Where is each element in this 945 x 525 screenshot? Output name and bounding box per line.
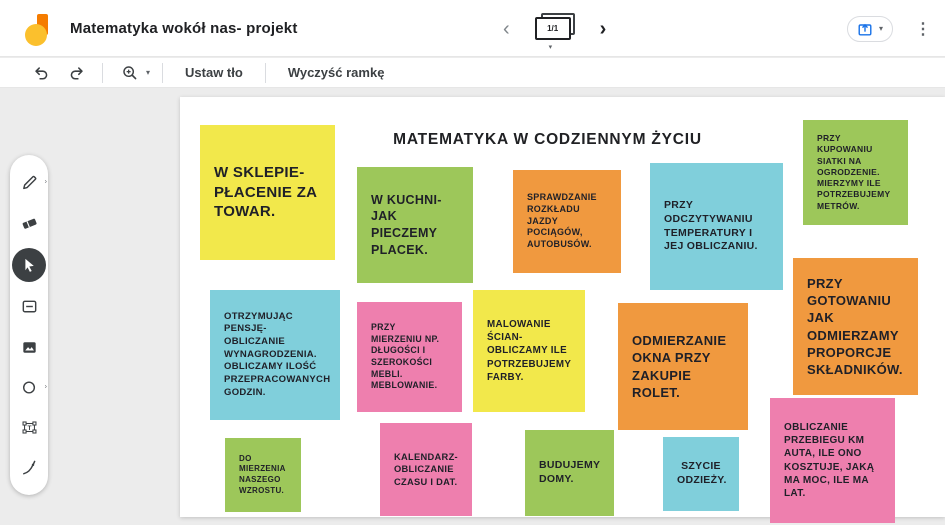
note-text: SZYCIE ODZIEŻY. [677, 460, 725, 488]
shape-tool-button[interactable]: › [12, 372, 46, 402]
sticky-note[interactable]: PRZY MIERZENIU NP. DŁUGOŚCI I SZEROKOŚCI… [357, 302, 462, 412]
sticky-note[interactable]: PRZY KUPOWANIU SIATKI NA OGRODZENIE. MIE… [803, 120, 908, 225]
note-text: OTRZYMUJĄC PENSJĘ- OBLICZANIE WYNAGRODZE… [224, 311, 326, 399]
app-header: Matematyka wokół nas- projekt ‹ 1/1 ▾ › [0, 0, 945, 57]
image-tool-button[interactable] [12, 332, 46, 362]
image-icon [20, 338, 39, 357]
eraser-tool-button[interactable] [12, 207, 46, 237]
jamboard-app: Matematyka wokół nas- projekt ‹ 1/1 ▾ › [0, 0, 945, 525]
set-background-button[interactable]: Ustaw tło [175, 61, 253, 84]
frame-toolbar: ▾ Ustaw tło Wyczyść ramkę [0, 58, 945, 88]
redo-button[interactable] [64, 61, 90, 85]
sticky-note[interactable]: SPRAWDZANIE ROZKŁADU JAZDY POCIĄGÓW, AUT… [513, 170, 621, 273]
eraser-icon [20, 213, 39, 232]
note-text: PRZY ODCZYTYWANIU TEMPERATURY I JEJ OBLI… [664, 199, 769, 255]
frame-counter: 1/1 [535, 17, 571, 40]
svg-text:T: T [27, 425, 31, 432]
frame-caret-icon: ▾ [549, 43, 553, 51]
pen-tool-button[interactable]: › [12, 167, 46, 197]
sticky-note[interactable]: SZYCIE ODZIEŻY. [663, 437, 739, 511]
logo-circle [25, 24, 47, 46]
text-box-tool-button[interactable]: T [12, 413, 46, 443]
next-frame-button[interactable]: › [594, 15, 613, 43]
notes-layer: W SKLEPIE- PŁACENIE ZA TOWAR. W KUCHNI- … [180, 97, 945, 517]
undo-button[interactable] [28, 61, 54, 85]
sticky-note[interactable]: OTRZYMUJĄC PENSJĘ- OBLICZANIE WYNAGRODZE… [210, 290, 340, 420]
note-text: SPRAWDZANIE ROZKŁADU JAZDY POCIĄGÓW, AUT… [527, 192, 607, 252]
jamboard-logo-icon[interactable] [24, 11, 56, 47]
sticky-note[interactable]: DO MIERZENIA NASZEGO WZROSTU. [225, 438, 301, 512]
pen-icon [20, 173, 39, 192]
sticky-note[interactable]: MALOWANIE ŚCIAN- OBLICZAMY ILE POTRZEBUJ… [473, 290, 585, 412]
share-button[interactable]: ▾ [847, 16, 893, 42]
note-text: OBLICZANIE PRZEBIEGU KM AUTA, ILE ONO KO… [784, 421, 881, 501]
note-text: PRZY MIERZENIU NP. DŁUGOŚCI I SZEROKOŚCI… [371, 322, 448, 392]
note-text: MALOWANIE ŚCIAN- OBLICZAMY ILE POTRZEBUJ… [487, 318, 571, 383]
note-text: PRZY GOTOWANIU JAK ODMIERZAMY PROPORCJE … [807, 275, 904, 379]
frame-counter-label: 1/1 [547, 24, 558, 33]
frame-selector-button[interactable]: 1/1 ▾ [533, 11, 577, 47]
sticky-note[interactable]: PRZY GOTOWANIU JAK ODMIERZAMY PROPORCJE … [793, 258, 918, 395]
select-cursor-icon [20, 256, 38, 274]
share-caret-icon: ▾ [879, 24, 883, 33]
share-icon [857, 21, 873, 37]
sticky-note[interactable]: KALENDARZ- OBLICZANIE CZASU I DAT. [380, 423, 472, 516]
toolbar-divider [102, 63, 103, 83]
note-text: BUDUJEMY DOMY. [539, 459, 600, 487]
note-text: W KUCHNI- JAK PIECZEMY PLACEK. [371, 192, 459, 259]
laser-pointer-icon [20, 458, 39, 477]
sticky-note[interactable]: W KUCHNI- JAK PIECZEMY PLACEK. [357, 167, 473, 283]
select-tool-button[interactable] [12, 248, 46, 282]
previous-frame-button[interactable]: ‹ [497, 15, 516, 43]
note-text: DO MIERZENIA NASZEGO WZROSTU. [239, 454, 287, 497]
note-text: W SKLEPIE- PŁACENIE ZA TOWAR. [214, 163, 321, 223]
sticky-note[interactable]: ODMIERZANIE OKNA PRZY ZAKUPIE ROLET. [618, 303, 748, 430]
text-box-icon: T [20, 418, 39, 437]
more-options-button[interactable]: ⋮ [907, 15, 939, 43]
pen-submenu-caret-icon: › [45, 179, 47, 186]
sticky-note-tool-button[interactable] [12, 292, 46, 322]
tool-palette: › [10, 155, 48, 495]
sticky-note-icon [20, 297, 39, 316]
note-text: PRZY KUPOWANIU SIATKI NA OGRODZENIE. MIE… [817, 133, 894, 212]
toolbar-divider [162, 63, 163, 83]
note-text: KALENDARZ- OBLICZANIE CZASU I DAT. [394, 451, 458, 488]
shape-submenu-caret-icon: › [45, 384, 47, 391]
sticky-note[interactable]: OBLICZANIE PRZEBIEGU KM AUTA, ILE ONO KO… [770, 398, 895, 523]
zoom-caret-icon: ▾ [146, 68, 150, 77]
undo-icon [32, 64, 50, 82]
sticky-note[interactable]: PRZY ODCZYTYWANIU TEMPERATURY I JEJ OBLI… [650, 163, 783, 290]
toolbar-divider [265, 63, 266, 83]
zoom-button[interactable]: ▾ [121, 64, 150, 82]
sticky-note[interactable]: BUDUJEMY DOMY. [525, 430, 614, 516]
note-text: ODMIERZANIE OKNA PRZY ZAKUPIE ROLET. [632, 332, 734, 401]
document-title[interactable]: Matematyka wokół nas- projekt [70, 20, 298, 37]
workspace: › [0, 88, 945, 525]
laser-tool-button[interactable] [12, 453, 46, 483]
jam-frame-canvas[interactable]: MATEMATYKA W CODZIENNYM ŻYCIU W SKLEPIE-… [180, 97, 945, 517]
zoom-in-icon [121, 64, 139, 82]
sticky-note[interactable]: W SKLEPIE- PŁACENIE ZA TOWAR. [200, 125, 335, 260]
clear-frame-button[interactable]: Wyczyść ramkę [278, 61, 395, 84]
circle-shape-icon [20, 378, 39, 397]
redo-icon [68, 64, 86, 82]
